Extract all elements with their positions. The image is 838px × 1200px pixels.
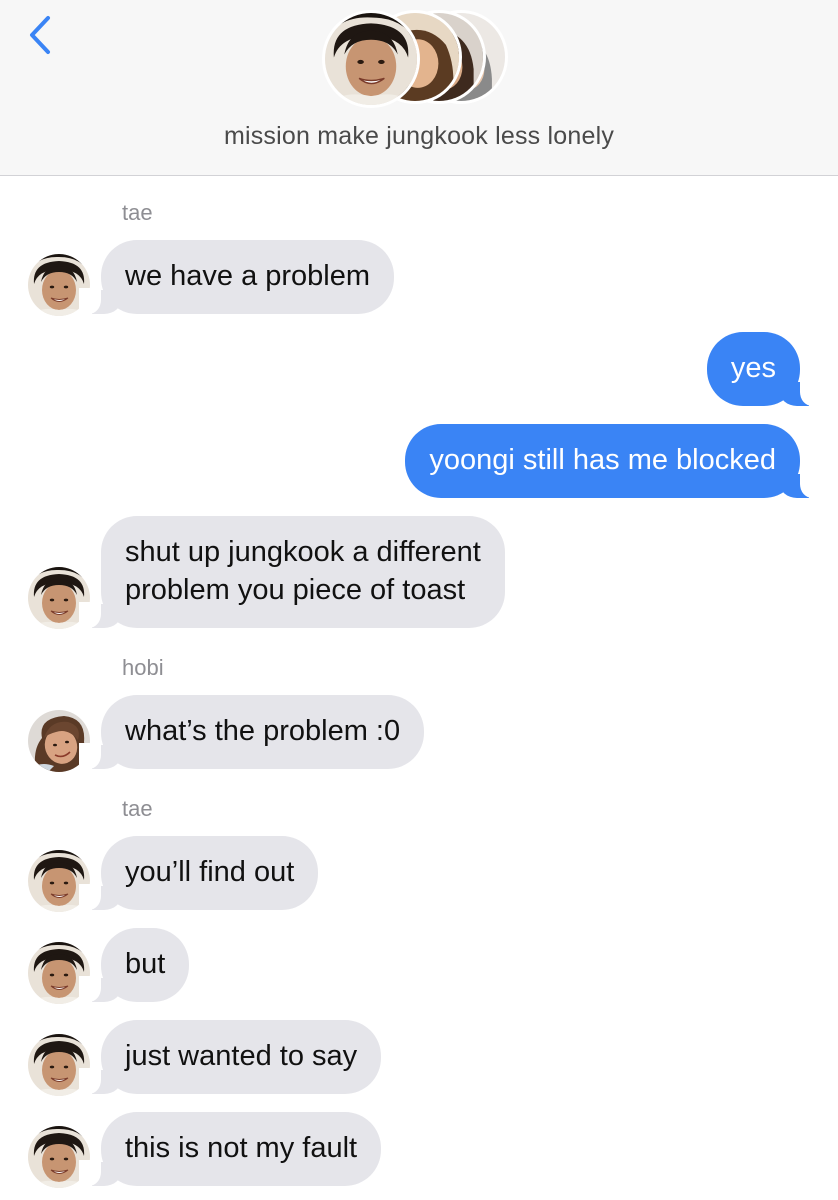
chevron-left-icon (30, 16, 50, 54)
message-text: we have a problem (125, 260, 371, 292)
group-title[interactable]: mission make jungkook less lonely (0, 122, 838, 151)
message-text: but (125, 948, 166, 980)
message-bubble[interactable]: yoongi still has me blocked (405, 424, 822, 498)
message-bubble[interactable]: what’s the problem :0 (78, 695, 425, 769)
message-line: problem you piece of toast (125, 574, 466, 606)
group-avatar-stack[interactable] (322, 10, 522, 108)
group-avatar-1 (322, 10, 420, 108)
message-bubble[interactable]: shut up jungkook a different problem you… (79, 516, 505, 628)
message-bubble[interactable]: but (78, 928, 190, 1002)
sender-label: tae (122, 796, 153, 821)
message-bubble[interactable]: you’ll find out (78, 836, 319, 910)
back-button[interactable] (22, 12, 62, 62)
message-text: yoongi still has me blocked (429, 444, 776, 476)
sender-label: hobi (122, 655, 164, 680)
message-bubble[interactable]: this is not my fault (78, 1112, 382, 1186)
message-text: you’ll find out (125, 856, 295, 888)
message-bubble[interactable]: just wanted to say (78, 1020, 382, 1094)
message-text: just wanted to say (125, 1040, 358, 1072)
sender-label: tae (122, 200, 153, 225)
message-bubble[interactable]: yes (706, 332, 823, 406)
conversation-header: mission make jungkook less lonely (0, 0, 838, 176)
message-text: shut up jungkook a different problem you… (125, 533, 481, 609)
message-text: yes (730, 352, 776, 384)
message-line: shut up jungkook a different (125, 536, 481, 568)
message-bubble[interactable]: we have a problem (78, 240, 395, 314)
message-text: this is not my fault (125, 1132, 358, 1164)
message-text: what’s the problem :0 (125, 715, 401, 747)
